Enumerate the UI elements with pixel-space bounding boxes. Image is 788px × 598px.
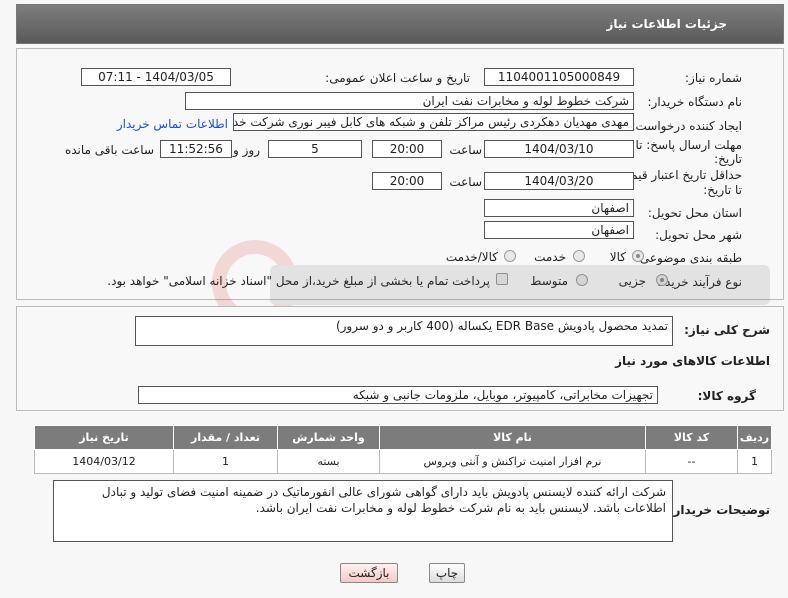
description-field: تمدید محصول پادویش EDR Base یکساله (400 … [135, 316, 673, 346]
goods-section-title: اطلاعات کالاهای مورد نیاز [615, 354, 770, 368]
buyer-notes-text: شرکت ارائه کننده لایسنس پادویش باید دارا… [101, 485, 666, 515]
category-radio-goods[interactable] [632, 250, 644, 262]
treasury-payment-note: پرداخت تمام یا بخشی از مبلغ خرید،از محل … [107, 274, 490, 288]
cell-item-code: -- [645, 449, 738, 474]
print-button[interactable]: چاپ [429, 563, 465, 583]
need-number-label: شماره نیاز: [685, 71, 742, 85]
price-validity-label-2: تا تاریخ: [703, 183, 742, 197]
col-need-date: تاریخ نیاز [34, 425, 174, 450]
table-row: 1 -- نرم افزار امنیت تراکنش و آنتی ویروس… [34, 449, 772, 474]
col-item-name: نام کالا [379, 425, 646, 450]
reply-time-label: ساعت [449, 143, 482, 157]
price-validity-date-field: 1404/03/20 [484, 172, 634, 190]
category-option-service: خدمت [534, 250, 566, 264]
description-label: شرح کلی نیاز: [684, 323, 770, 337]
city-field: اصفهان [484, 221, 634, 239]
reply-deadline-label: مهلت ارسال پاسخ: تا [635, 138, 742, 152]
category-option-goods-service: کالا/خدمت [445, 250, 498, 264]
items-table: ردیف کد کالا نام کالا واحد شمارش تعداد /… [34, 425, 772, 474]
goods-group-field: تجهیزات مخابراتی، کامپیوتر، موبایل، ملزو… [138, 386, 658, 404]
days-label: روز و [233, 143, 260, 157]
goods-group-label: گروه کالا: [697, 389, 756, 403]
category-option-goods: کالا [609, 250, 626, 264]
reply-time-field: 20:00 [372, 140, 442, 158]
category-label: طبقه بندی موضوعی: [635, 251, 742, 265]
process-radio-minor[interactable] [656, 274, 668, 286]
days-remaining-field: 5 [268, 140, 362, 158]
announce-datetime-field: 1404/03/05 - 07:11 [81, 68, 231, 86]
price-validity-time-field: 20:00 [372, 172, 442, 190]
col-quantity: تعداد / مقدار [173, 425, 278, 450]
reply-date-field: 1404/03/10 [484, 140, 634, 158]
items-table-header: ردیف کد کالا نام کالا واحد شمارش تعداد /… [34, 425, 772, 450]
province-label: استان محل تحویل: [647, 206, 742, 220]
buyer-contact-link[interactable]: اطلاعات تماس خریدار [117, 117, 228, 131]
process-type-label: نوع فرآیند خرید : [657, 275, 742, 289]
buyer-notes-label: توضیحات خریدار: [668, 503, 770, 517]
process-option-minor: جزیی [618, 274, 646, 288]
cell-item-name: نرم افزار امنیت تراکنش و آنتی ویروس [379, 449, 646, 474]
buyer-notes-field: شرکت ارائه کننده لایسنس پادویش باید دارا… [53, 480, 673, 542]
cell-quantity: 1 [173, 449, 278, 474]
requester-field: مهدی مهدیان دهکردی رئیس مراکز تلفن و شبک… [233, 113, 634, 131]
treasury-payment-checkbox[interactable] [496, 273, 508, 285]
price-validity-time-label: ساعت [449, 175, 482, 189]
category-radio-goods-service[interactable] [504, 250, 516, 262]
category-radio-service[interactable] [573, 250, 585, 262]
remaining-time-field: 11:52:56 [160, 140, 232, 158]
remaining-time-label: ساعت باقی مانده [64, 143, 154, 157]
reply-deadline-label-2: تاریخ: [714, 152, 742, 166]
col-row-number: ردیف [737, 425, 772, 450]
buyer-org-label: نام دستگاه خریدار: [647, 95, 743, 109]
col-item-code: کد کالا [645, 425, 738, 450]
price-validity-label: حداقل تاریخ اعتبار قیمت: [615, 168, 742, 182]
announce-datetime-label: تاریخ و ساعت اعلان عمومی: [325, 71, 470, 85]
cell-unit: بسته [277, 449, 380, 474]
cell-need-date: 1404/03/12 [34, 449, 174, 474]
process-option-medium: متوسط [530, 274, 568, 288]
process-radio-medium[interactable] [576, 274, 588, 286]
page-title: جزئیات اطلاعات نیاز [606, 17, 727, 31]
buyer-org-field: شرکت خطوط لوله و مخابرات نفت ایران [185, 92, 634, 110]
back-button[interactable]: بازگشت [340, 563, 398, 583]
cell-row-number: 1 [737, 449, 772, 474]
province-field: اصفهان [484, 199, 634, 217]
requester-label: ایجاد کننده درخواست: [631, 119, 742, 133]
city-label: شهر محل تحویل: [655, 228, 742, 242]
page-header: جزئیات اطلاعات نیاز [16, 4, 784, 44]
need-number-field: 1104001105000849 [484, 68, 634, 86]
col-unit: واحد شمارش [277, 425, 380, 450]
